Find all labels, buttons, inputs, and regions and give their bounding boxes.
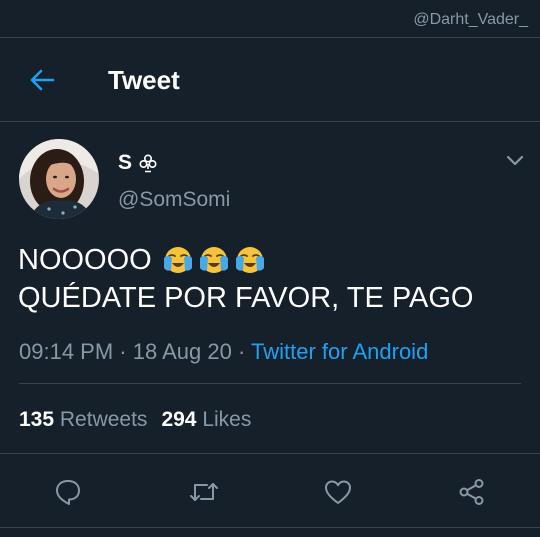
chevron-down-icon (506, 155, 524, 166)
arrow-left-icon (30, 69, 55, 91)
share-icon (459, 479, 484, 505)
tweet-stats: 135 Retweets 294 Likes (19, 408, 251, 432)
crying-face-emoji (162, 244, 194, 276)
retweet-icon (190, 483, 218, 501)
action-bar (0, 454, 540, 527)
crying-face-emoji (198, 244, 230, 276)
tweet-meta: 09:14 PM · 18 Aug 20 · Twitter for Andro… (19, 339, 428, 365)
page-title: Tweet (108, 65, 180, 95)
back-button[interactable] (22, 64, 62, 96)
retweets-stat[interactable]: 135 Retweets (19, 408, 147, 431)
tweet-text: NOOOOO QUÉDATE POR FAVOR, TE PAGO (18, 241, 528, 317)
top-bar: Tweet (0, 38, 540, 122)
likes-label: Likes (202, 408, 252, 431)
likes-stat[interactable]: 294 Likes (161, 408, 251, 431)
reply-icon (56, 480, 80, 505)
avatar[interactable] (19, 139, 99, 219)
reply-button[interactable] (52, 476, 84, 508)
watermark: @Darht_Vader_ (413, 11, 528, 28)
share-button[interactable] (456, 476, 488, 508)
like-icon (325, 480, 351, 504)
meta-separator: · (113, 339, 133, 364)
like-button[interactable] (322, 476, 354, 508)
tweet-text-line1: NOOOOO (18, 244, 152, 276)
divider (19, 383, 521, 384)
tweet-detail-screen: @Darht_Vader_ Tweet S @SomSomi NOOOOO QU… (0, 0, 540, 537)
divider (0, 527, 540, 528)
retweets-label: Retweets (59, 408, 148, 431)
tweet-text-line2: QUÉDATE POR FAVOR, TE PAGO (18, 282, 474, 314)
meta-separator: · (231, 339, 251, 364)
avatar-image (19, 139, 99, 219)
club-suit-icon (138, 153, 158, 173)
user-handle[interactable]: @SomSomi (118, 188, 230, 212)
tweet-source-link[interactable]: Twitter for Android (251, 339, 428, 364)
more-options-button[interactable] (502, 150, 528, 172)
tweet-time: 09:14 PM (19, 339, 114, 364)
tweet-date: 18 Aug 20 (132, 339, 232, 364)
likes-count: 294 (161, 408, 197, 431)
emoji-group (162, 244, 266, 276)
retweet-button[interactable] (188, 476, 220, 508)
display-name-text: S (118, 151, 133, 174)
crying-face-emoji (234, 244, 266, 276)
display-name[interactable]: S (118, 151, 158, 175)
retweets-count: 135 (19, 408, 55, 431)
